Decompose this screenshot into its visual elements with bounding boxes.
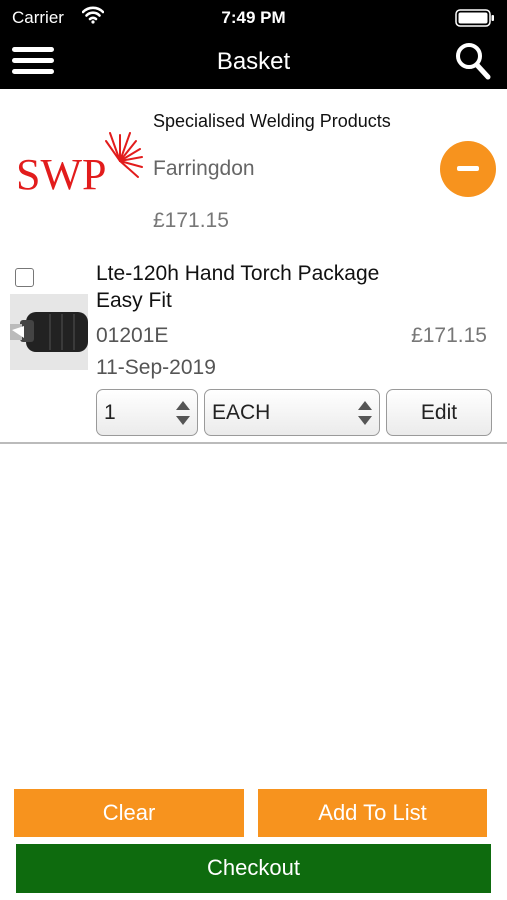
- supplier-total: £171.15: [153, 209, 229, 232]
- basket-item: Lte-120h Hand Torch Package Easy Fit 012…: [0, 254, 507, 444]
- quantity-value: 1: [104, 401, 116, 424]
- unit-select[interactable]: EACH: [204, 389, 380, 436]
- edit-button[interactable]: Edit: [386, 389, 492, 436]
- item-code: 01201E: [96, 324, 169, 347]
- up-down-arrows-icon: [176, 401, 190, 425]
- quantity-stepper[interactable]: 1: [96, 389, 198, 436]
- supplier-name: Specialised Welding Products: [153, 111, 391, 131]
- unit-value: EACH: [212, 401, 271, 424]
- item-price: £171.15: [411, 324, 487, 347]
- up-down-arrows-icon: [358, 401, 372, 425]
- remove-supplier-button[interactable]: [440, 141, 496, 197]
- supplier-header: SWP Specialised Welding Products Farring…: [0, 89, 507, 244]
- checkout-button[interactable]: Checkout: [16, 844, 491, 893]
- status-time: 7:49 PM: [221, 8, 286, 27]
- clear-button[interactable]: Clear: [14, 789, 244, 837]
- svg-text:SWP: SWP: [16, 150, 106, 195]
- page-title: Basket: [216, 48, 291, 75]
- search-icon[interactable]: [455, 42, 491, 80]
- edit-label: Edit: [420, 401, 458, 424]
- battery-icon: [455, 9, 494, 27]
- item-date: 11-Sep-2019: [96, 356, 216, 379]
- item-checkbox[interactable]: [15, 268, 34, 287]
- supplier-logo: SWP: [16, 132, 143, 195]
- supplier-branch: Farringdon: [153, 157, 255, 180]
- top-bar: Carrier 7:49 PM Basket: [0, 0, 507, 89]
- add-to-list-button[interactable]: Add To List: [258, 789, 487, 837]
- item-name: Lte-120h Hand Torch Package Easy Fit: [96, 262, 380, 312]
- product-image: [10, 294, 88, 370]
